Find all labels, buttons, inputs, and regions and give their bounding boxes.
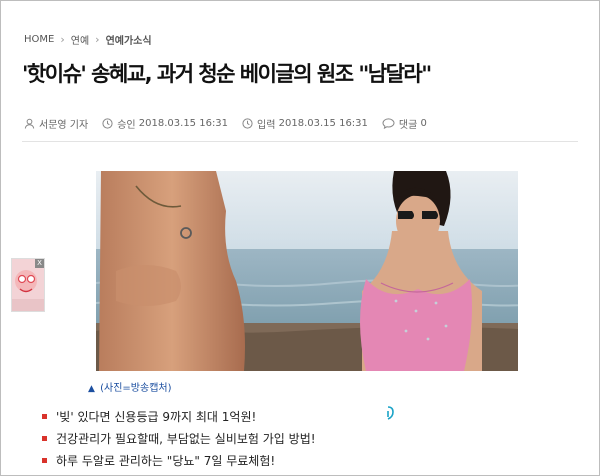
sponsored-links: '빚' 있다면 신용등급 9까지 최대 1억원! 건강관리가 필요할때, 부담없… bbox=[42, 405, 402, 471]
chevron-right-icon: › bbox=[95, 32, 100, 46]
sponsored-link-text[interactable]: 하루 두알로 관리하는 "당뇨" 7일 무료체험! bbox=[56, 452, 275, 469]
breadcrumb-section[interactable]: 연예 bbox=[71, 32, 89, 47]
side-ad-close-button[interactable]: X bbox=[35, 259, 44, 268]
info-icon[interactable] bbox=[382, 405, 394, 420]
chevron-right-icon: › bbox=[60, 32, 65, 46]
author-info: 서문영 기자 bbox=[24, 116, 88, 131]
bullet-icon bbox=[42, 413, 47, 419]
sponsored-link-text[interactable]: 건강관리가 필요할때, 부담없는 실비보험 가입 방법! bbox=[56, 430, 316, 447]
breadcrumb: HOME › 연예 › 연예가소식 bbox=[24, 32, 152, 47]
bullet-icon bbox=[42, 435, 47, 441]
speech-bubble-icon bbox=[382, 117, 395, 129]
article-title: '핫이슈' 송혜교, 과거 청순 베이글의 원조 "남달라" bbox=[22, 62, 432, 86]
breadcrumb-home[interactable]: HOME bbox=[24, 34, 54, 45]
input-info: 입력 2018.03.15 16:31 bbox=[242, 116, 368, 131]
photo-caption-text: (사진=방송캡처) bbox=[100, 383, 172, 394]
clock-icon bbox=[102, 117, 113, 129]
comments-label: 댓글 bbox=[398, 119, 418, 131]
meta-divider bbox=[22, 141, 578, 142]
clock-icon bbox=[242, 117, 253, 129]
article-meta: 서문영 기자 승인 2018.03.15 16:31 입력 2018.03.15… bbox=[24, 115, 441, 131]
sponsored-link[interactable]: '빚' 있다면 신용등급 9까지 최대 1억원! bbox=[42, 405, 402, 427]
photo-caption: ▲ (사진=방송캡처) bbox=[88, 379, 172, 394]
approved-label: 승인 bbox=[117, 119, 136, 131]
sponsored-link[interactable]: 하루 두알로 관리하는 "당뇨" 7일 무료체험! bbox=[42, 449, 402, 471]
bullet-icon bbox=[42, 457, 47, 463]
sponsored-link[interactable]: 건강관리가 필요할때, 부담없는 실비보험 가입 방법! bbox=[42, 427, 402, 449]
approved-info: 승인 2018.03.15 16:31 bbox=[102, 116, 228, 131]
user-icon bbox=[24, 118, 35, 129]
input-time: 2018.03.15 16:31 bbox=[278, 117, 368, 129]
approved-time: 2018.03.15 16:31 bbox=[138, 117, 229, 129]
comments-count: 0 bbox=[420, 117, 427, 129]
triangle-up-icon: ▲ bbox=[88, 384, 95, 394]
article-photo bbox=[96, 171, 518, 371]
sponsored-link-text[interactable]: '빚' 있다면 신용등급 9까지 최대 1억원! bbox=[56, 408, 256, 425]
side-ad-banner[interactable]: X bbox=[11, 258, 45, 312]
input-label: 입력 bbox=[257, 119, 276, 131]
author-name[interactable]: 서문영 기자 bbox=[39, 116, 88, 131]
breadcrumb-subsection[interactable]: 연예가소식 bbox=[106, 32, 152, 47]
comments-link[interactable]: 댓글 0 bbox=[382, 116, 427, 131]
